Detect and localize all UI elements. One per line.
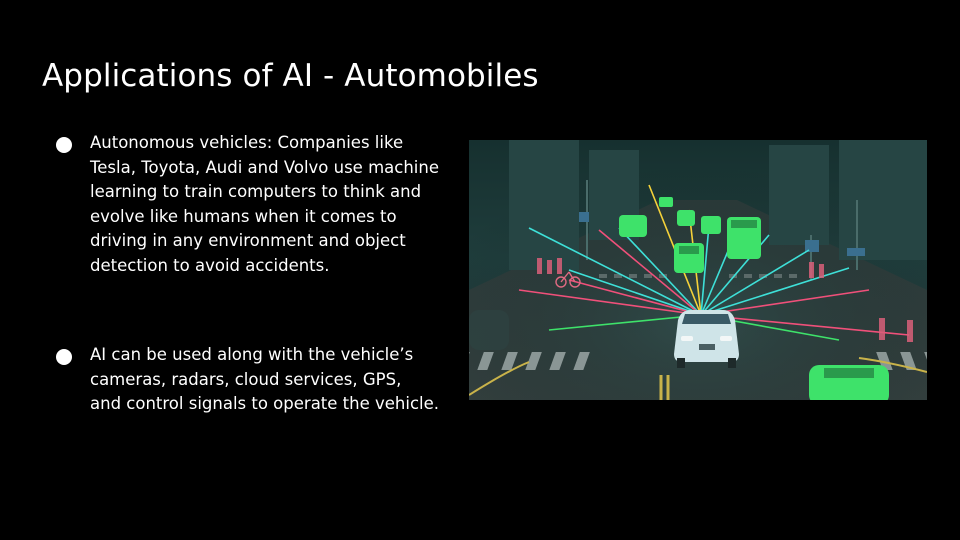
bullet-line: and control signals to operate the vehic…: [90, 394, 439, 414]
bullet-line: detection to avoid accidents.: [90, 255, 330, 275]
bullet-text: AI can be used along with the vehicle’s …: [90, 343, 450, 417]
bullet-text: Autonomous vehicles: Companies like Tesl…: [90, 131, 450, 279]
bullet-line: driving in any environment and object: [90, 231, 406, 251]
bullet-line: Autonomous vehicles: Companies like: [90, 133, 404, 152]
bullet-line: AI can be used along with the vehicle’s: [90, 345, 414, 364]
autonomous-car-illustration-svg: [469, 140, 927, 400]
autonomous-car-illustration: [469, 140, 927, 400]
bullet-line: evolve like humans when it comes to: [90, 206, 397, 226]
bullet-dot-icon: [56, 137, 72, 153]
slide: Applications of AI - Automobiles Autonom…: [0, 0, 960, 540]
bullet-line: cameras, radars, cloud services, GPS,: [90, 369, 402, 389]
autonomous-car-icon: [674, 310, 739, 368]
parked-car-left: [469, 310, 509, 350]
slide-title: Applications of AI - Automobiles: [42, 58, 539, 94]
bullet-line: Tesla, Toyota, Audi and Volvo use machin…: [90, 157, 439, 177]
bullet-line: learning to train computers to think and: [90, 182, 422, 202]
bullet-dot-icon: [56, 349, 72, 365]
